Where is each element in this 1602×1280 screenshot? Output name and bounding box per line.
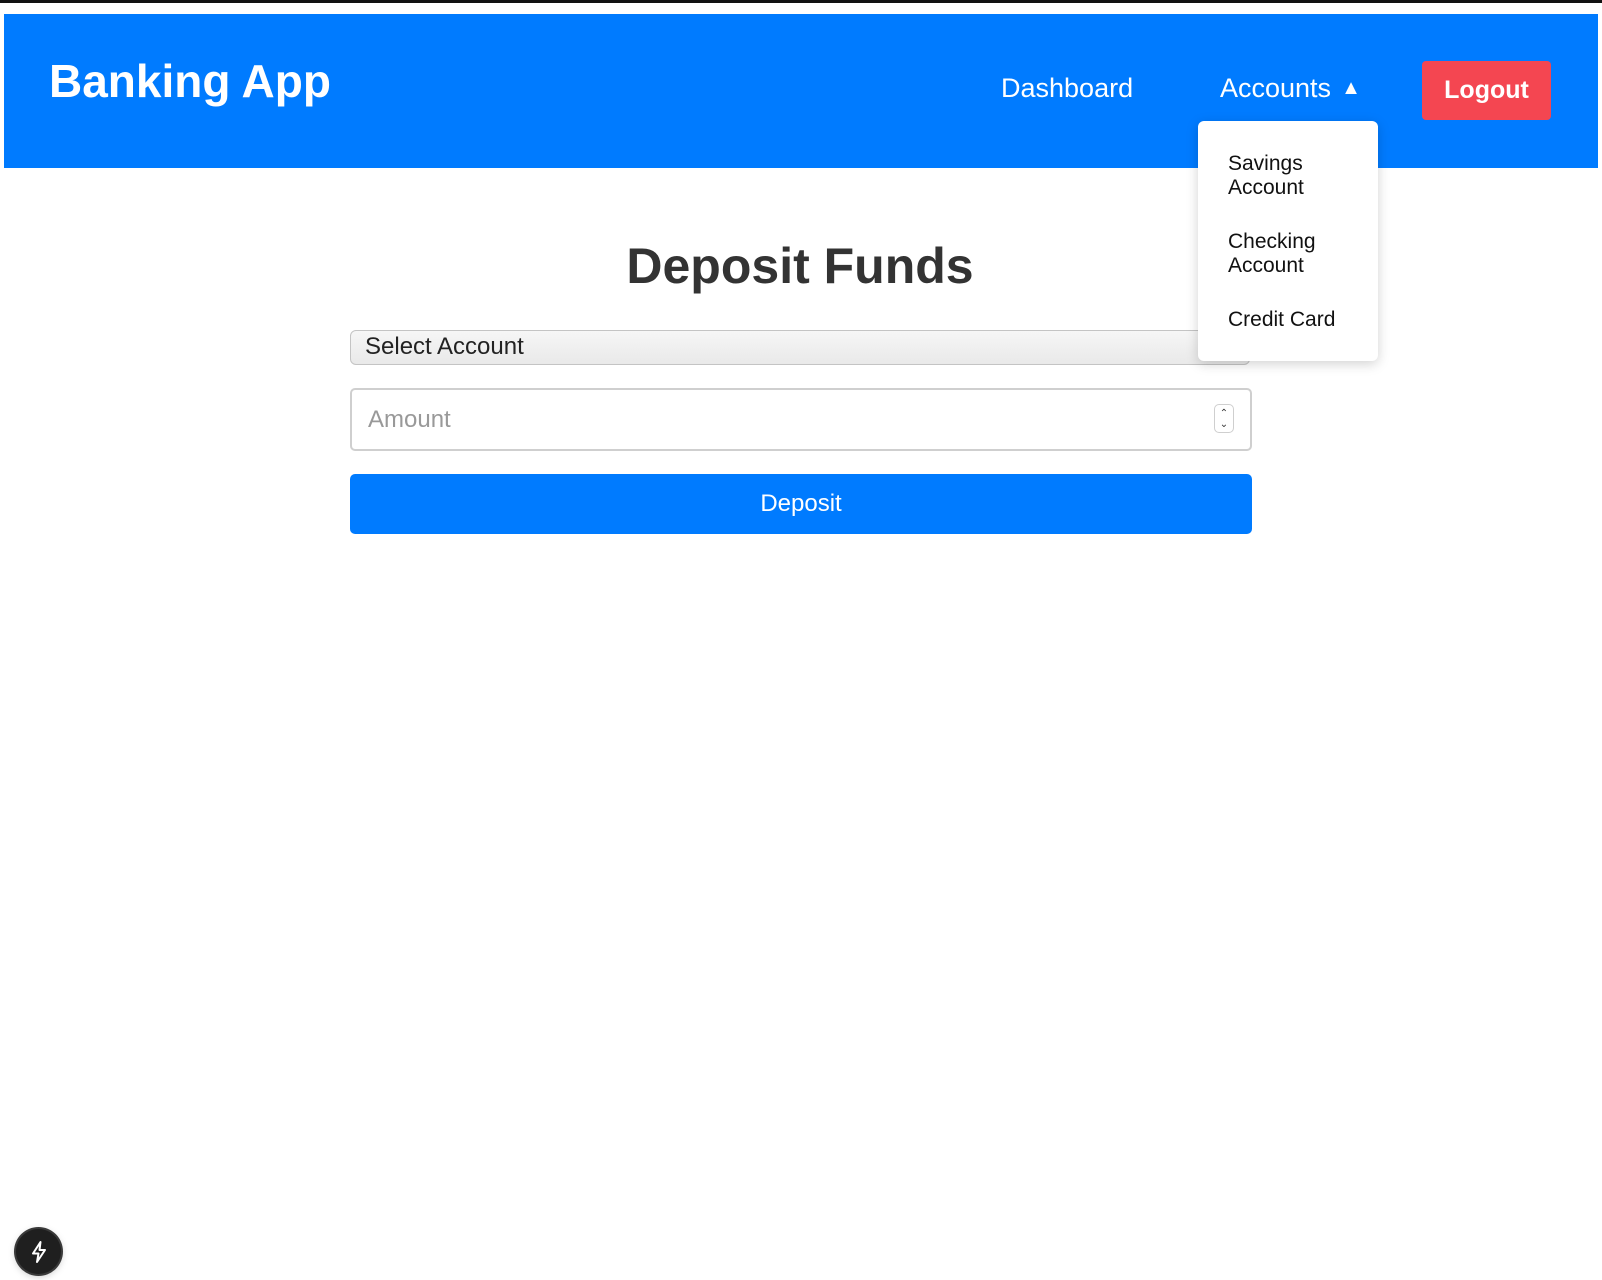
- amount-stepper[interactable]: ⌃ ⌄: [1214, 404, 1234, 433]
- stepper-up-icon[interactable]: ⌃: [1220, 408, 1228, 419]
- amount-input[interactable]: Amount ⌃ ⌄: [350, 388, 1252, 451]
- nav-link-dashboard[interactable]: Dashboard: [1001, 75, 1133, 102]
- nav-link-accounts[interactable]: Accounts ▲: [1220, 75, 1361, 102]
- deposit-button[interactable]: Deposit: [350, 474, 1252, 534]
- devtools-button[interactable]: [16, 1229, 61, 1274]
- lightning-bolt-icon: [31, 1240, 46, 1263]
- account-select[interactable]: Select Account: [350, 330, 1250, 365]
- amount-placeholder: Amount: [368, 406, 451, 433]
- menu-item-credit-card[interactable]: Credit Card: [1228, 308, 1358, 332]
- stepper-down-icon[interactable]: ⌄: [1220, 419, 1228, 430]
- page-title: Deposit Funds: [626, 238, 974, 294]
- window-top-edge: [0, 0, 1602, 3]
- menu-item-checking-account[interactable]: Checking Account: [1228, 230, 1358, 278]
- account-select-value: Select Account: [365, 333, 524, 360]
- accounts-dropdown-menu: Savings Account Checking Account Credit …: [1198, 121, 1378, 361]
- menu-item-savings-account[interactable]: Savings Account: [1228, 152, 1358, 200]
- caret-up-icon: ▲: [1341, 77, 1361, 99]
- logout-button[interactable]: Logout: [1422, 61, 1551, 120]
- nav-accounts-label: Accounts: [1220, 73, 1332, 103]
- app-brand[interactable]: Banking App: [49, 58, 331, 104]
